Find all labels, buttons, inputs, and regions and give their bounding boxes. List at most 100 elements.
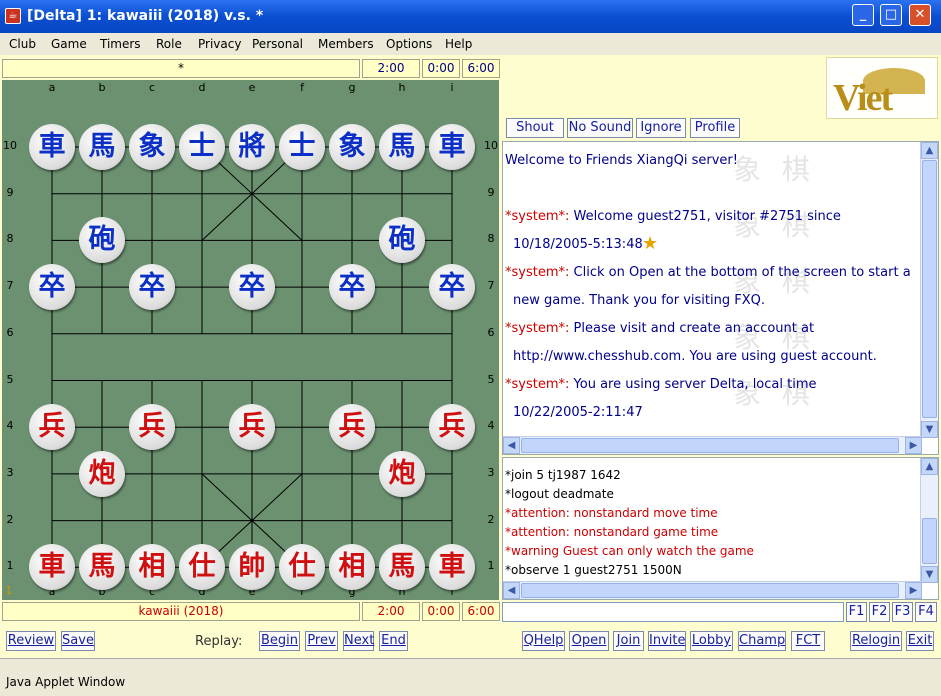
blue-piece[interactable]: 車 bbox=[29, 124, 75, 170]
blue-piece[interactable]: 卒 bbox=[329, 264, 375, 311]
blue-piece[interactable]: 卒 bbox=[129, 264, 175, 311]
rank-label: 5 bbox=[487, 372, 495, 386]
scroll-down-icon[interactable]: ▼ bbox=[921, 421, 938, 438]
menu-personal[interactable]: Personal bbox=[252, 37, 303, 51]
chat-line: Welcome to Friends XiangQi server! bbox=[505, 153, 738, 168]
begin-button[interactable]: Begin bbox=[259, 631, 300, 651]
f4-button[interactable]: F4 bbox=[915, 602, 937, 622]
xiangqi-board[interactable]: a a b b c c d d e e f f g g h h i i 10 10 9 9 8 8 7 7 6 6 5 5 4 4 3 3 2 2 1 1… bbox=[2, 80, 499, 600]
menu-members[interactable]: Members bbox=[318, 37, 374, 51]
shout-button[interactable]: Shout bbox=[506, 118, 564, 138]
red-piece[interactable]: 兵 bbox=[429, 404, 475, 451]
file-label: g bbox=[348, 81, 356, 94]
top-player-name: * bbox=[2, 59, 360, 78]
red-piece[interactable]: 兵 bbox=[129, 404, 175, 451]
red-piece[interactable]: 炮 bbox=[79, 450, 125, 497]
blue-piece[interactable]: 馬 bbox=[379, 124, 425, 170]
exit-button[interactable]: Exit bbox=[906, 631, 934, 651]
rank-label: 2 bbox=[6, 512, 14, 526]
f1-button[interactable]: F1 bbox=[846, 602, 867, 622]
status-text: Java Applet Window bbox=[6, 675, 126, 689]
champ-button[interactable]: Champ bbox=[738, 631, 786, 651]
red-piece[interactable]: 相 bbox=[329, 544, 375, 591]
invite-button[interactable]: Invite bbox=[648, 631, 686, 651]
red-piece[interactable]: 仕 bbox=[179, 544, 225, 591]
blue-piece[interactable]: 象 bbox=[329, 124, 375, 170]
menu-options[interactable]: Options bbox=[386, 37, 432, 51]
scroll-thumb[interactable] bbox=[922, 518, 937, 564]
chat-input[interactable] bbox=[502, 602, 844, 622]
red-piece[interactable]: 車 bbox=[429, 544, 475, 591]
server-log-panel[interactable]: *join 5 tj1987 1642 *logout deadmate *at… bbox=[502, 457, 939, 600]
scroll-thumb[interactable] bbox=[521, 583, 899, 598]
next-button[interactable]: Next bbox=[343, 631, 374, 651]
log-vertical-scrollbar[interactable]: ▲ ▼ bbox=[920, 458, 938, 583]
maximize-button[interactable]: □ bbox=[880, 4, 902, 26]
scroll-up-icon[interactable]: ▲ bbox=[921, 458, 938, 475]
file-label: a bbox=[48, 81, 56, 94]
red-piece[interactable]: 兵 bbox=[329, 404, 375, 451]
rank-label: 7 bbox=[6, 279, 14, 293]
rank-label: 8 bbox=[6, 232, 14, 246]
red-piece[interactable]: 仕 bbox=[279, 544, 325, 591]
menu-club[interactable]: Club bbox=[9, 37, 36, 51]
red-piece[interactable]: 炮 bbox=[379, 450, 425, 497]
end-button[interactable]: End bbox=[379, 631, 408, 651]
log-line: *warning Guest can only watch the game bbox=[505, 544, 754, 558]
review-button[interactable]: Review bbox=[6, 631, 56, 651]
log-horizontal-scrollbar[interactable]: ◀ ▶ bbox=[503, 581, 922, 599]
red-piece[interactable]: 馬 bbox=[79, 544, 125, 591]
lobby-button[interactable]: Lobby bbox=[690, 631, 733, 651]
red-piece[interactable]: 馬 bbox=[379, 544, 425, 591]
blue-piece[interactable]: 將 bbox=[229, 124, 275, 170]
prev-button[interactable]: Prev bbox=[305, 631, 338, 651]
ignore-button[interactable]: Ignore bbox=[636, 118, 686, 138]
qhelp-button[interactable]: QHelp bbox=[522, 631, 565, 651]
blue-piece[interactable]: 士 bbox=[279, 124, 325, 170]
chat-line: *system*: Click on Open at the bottom of… bbox=[505, 265, 911, 280]
scroll-right-icon[interactable]: ▶ bbox=[905, 437, 922, 454]
close-button[interactable]: ✕ bbox=[909, 4, 931, 26]
menu-privacy[interactable]: Privacy bbox=[198, 37, 241, 51]
red-piece[interactable]: 相 bbox=[129, 544, 175, 591]
blue-piece[interactable]: 卒 bbox=[229, 264, 275, 311]
red-piece[interactable]: 帥 bbox=[229, 544, 275, 591]
fct-button[interactable]: FCT bbox=[791, 631, 825, 651]
scroll-up-icon[interactable]: ▲ bbox=[921, 142, 938, 159]
f2-button[interactable]: F2 bbox=[869, 602, 890, 622]
scroll-left-icon[interactable]: ◀ bbox=[503, 437, 520, 454]
chat-vertical-scrollbar[interactable]: ▲ ▼ bbox=[920, 142, 938, 438]
chat-line: new game. Thank you for visiting FXQ. bbox=[513, 293, 765, 308]
join-button[interactable]: Join bbox=[613, 631, 644, 651]
scroll-down-icon[interactable]: ▼ bbox=[921, 566, 938, 583]
move-number: 1 bbox=[5, 584, 13, 597]
rank-label: 4 bbox=[487, 419, 495, 433]
scroll-left-icon[interactable]: ◀ bbox=[503, 582, 520, 599]
blue-piece[interactable]: 卒 bbox=[29, 264, 75, 311]
menu-timers[interactable]: Timers bbox=[100, 37, 141, 51]
red-piece[interactable]: 車 bbox=[29, 544, 75, 591]
scroll-right-icon[interactable]: ▶ bbox=[905, 582, 922, 599]
chat-horizontal-scrollbar[interactable]: ◀ ▶ bbox=[503, 436, 922, 454]
menu-game[interactable]: Game bbox=[51, 37, 87, 51]
relogin-button[interactable]: Relogin bbox=[850, 631, 902, 651]
menu-role[interactable]: Role bbox=[156, 37, 182, 51]
blue-piece[interactable]: 馬 bbox=[79, 124, 125, 170]
blue-piece[interactable]: 卒 bbox=[429, 264, 475, 311]
menu-help[interactable]: Help bbox=[445, 37, 472, 51]
scroll-thumb[interactable] bbox=[521, 438, 899, 453]
minimize-button[interactable]: _ bbox=[852, 4, 874, 26]
f3-button[interactable]: F3 bbox=[892, 602, 913, 622]
top-game-time: 6:00 bbox=[462, 59, 500, 78]
save-button[interactable]: Save bbox=[61, 631, 95, 651]
open-button[interactable]: Open bbox=[569, 631, 609, 651]
blue-piece[interactable]: 士 bbox=[179, 124, 225, 170]
blue-piece[interactable]: 車 bbox=[429, 124, 475, 170]
chat-panel[interactable]: 象 棋 象 棋 象 棋 象 棋 象 棋 Welcome to Friends X… bbox=[502, 141, 939, 455]
red-piece[interactable]: 兵 bbox=[229, 404, 275, 451]
scroll-thumb[interactable] bbox=[922, 160, 937, 418]
red-piece[interactable]: 兵 bbox=[29, 404, 75, 451]
blue-piece[interactable]: 象 bbox=[129, 124, 175, 170]
no-sound-button[interactable]: No Sound bbox=[567, 118, 633, 138]
profile-button[interactable]: Profile bbox=[690, 118, 740, 138]
